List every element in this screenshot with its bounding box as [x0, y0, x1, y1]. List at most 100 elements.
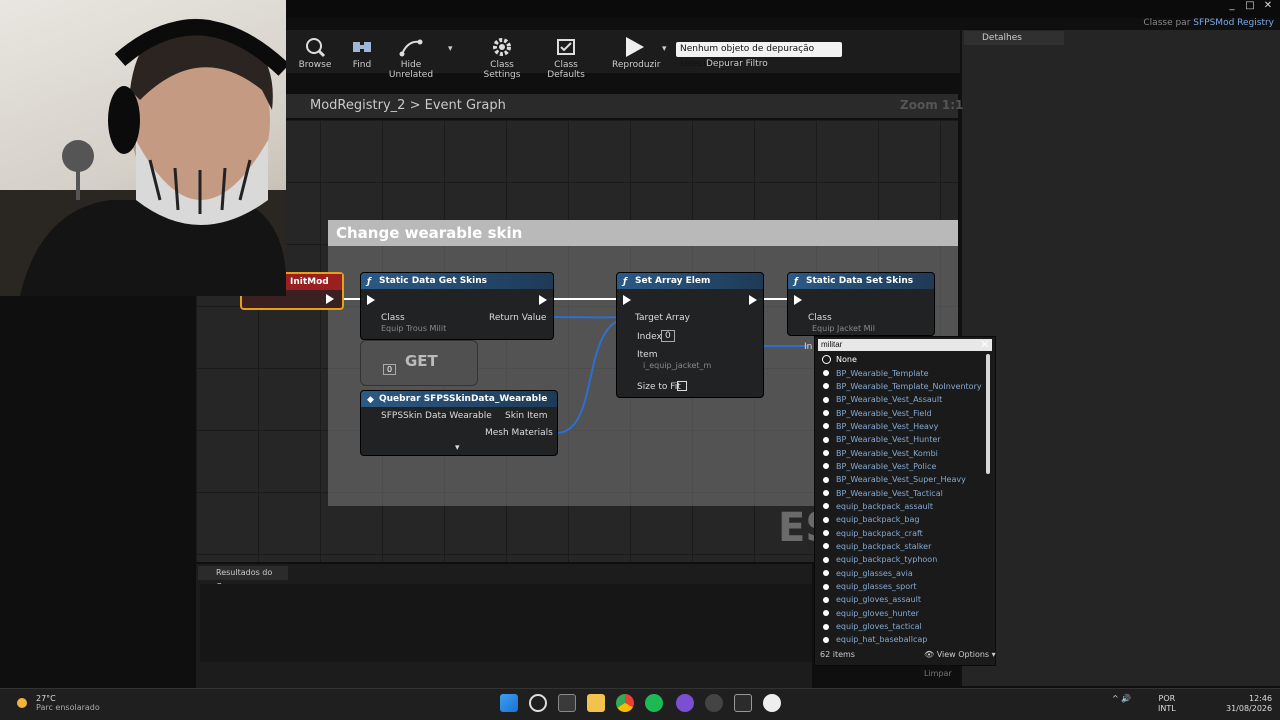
eye-icon: 👁	[924, 650, 935, 659]
target-array-label: Target Array	[635, 313, 690, 323]
asset-dot-icon	[823, 530, 829, 537]
clock[interactable]: 12:46 31/08/2026	[1226, 694, 1272, 714]
asset-dot-icon	[822, 355, 831, 365]
taskbar	[0, 688, 1280, 720]
file-explorer-icon[interactable]	[587, 694, 605, 712]
break-input-label: SFPSSkin Data Wearable	[381, 411, 492, 421]
picker-item[interactable]: equip_backpack_craft	[818, 526, 984, 539]
language-indicator[interactable]: POR INTL	[1158, 694, 1176, 714]
picker-item-label: BP_Wearable_Vest_Field	[836, 408, 932, 418]
language-layout: INTL	[1158, 704, 1176, 713]
picker-search-input[interactable]	[818, 339, 992, 351]
system-tray-icons[interactable]: ^ 🔊	[1112, 694, 1131, 703]
picker-item[interactable]: BP_Wearable_Vest_Hunter	[818, 433, 984, 446]
skin-item-label: Skin Item	[505, 411, 548, 421]
obs-icon[interactable]	[705, 694, 723, 712]
task-view-icon[interactable]	[558, 694, 576, 712]
weather-temperature: 27°C	[36, 694, 56, 703]
break-struct-node[interactable]: ◆ Quebrar SFPSSkinData_Wearable SFPSSkin …	[360, 390, 558, 456]
picker-item[interactable]: BP_Wearable_Vest_Field	[818, 406, 984, 419]
picker-item[interactable]: BP_Wearable_Template	[818, 366, 984, 379]
set-skins-class-value[interactable]: Equip Jacket Mil	[812, 324, 875, 333]
picker-item-label: equip_gloves_tactical	[836, 622, 922, 632]
picker-item[interactable]: BP_Wearable_Template_NoInventory	[818, 380, 984, 393]
asset-dot-icon	[823, 383, 829, 390]
picker-item[interactable]: BP_Wearable_Vest_Police	[818, 460, 984, 473]
break-struct-title: Quebrar SFPSSkinData_Wearable	[379, 394, 548, 404]
set-skins-class-label: Class	[808, 313, 832, 323]
index-field[interactable]: 0	[661, 330, 675, 342]
picker-item-label: equip_backpack_bag	[836, 515, 920, 525]
picker-item-label: None	[836, 355, 857, 365]
picker-item-label: BP_Wearable_Vest_Police	[836, 461, 937, 471]
picker-item[interactable]: equip_backpack_stalker	[818, 540, 984, 553]
view-options-label: View Options	[936, 650, 990, 659]
picker-item-label: equip_gloves_hunter	[836, 608, 919, 618]
picker-item[interactable]: BP_Wearable_Vest_Assault	[818, 393, 984, 406]
picker-item[interactable]: BP_Wearable_Vest_Heavy	[818, 420, 984, 433]
asset-dot-icon	[823, 490, 829, 497]
clock-time: 12:46	[1249, 694, 1273, 703]
chrome-icon[interactable]	[616, 694, 634, 712]
asset-dot-icon	[823, 450, 829, 457]
get-skins-title: Static Data Get Skins	[379, 276, 488, 286]
picker-item[interactable]: equip_glasses_sport	[818, 580, 984, 593]
weather-widget[interactable]: 27°C Parc ensolarado	[14, 694, 100, 712]
size-to-fit-checkbox[interactable]	[677, 381, 687, 391]
init-mod-exec-out[interactable]	[326, 294, 334, 304]
spotify-icon[interactable]	[645, 694, 663, 712]
clear-button[interactable]: Limpar	[924, 669, 952, 678]
close-icon[interactable]: ✕	[980, 338, 992, 352]
search-icon[interactable]	[529, 694, 547, 712]
asset-dot-icon	[823, 410, 829, 417]
picker-scrollbar[interactable]	[986, 354, 990, 474]
picker-item[interactable]: equip_glasses_avia	[818, 567, 984, 580]
asset-dot-icon	[823, 503, 829, 510]
picker-item-label: equip_hat_baseballcap	[836, 635, 928, 645]
unreal-engine-icon[interactable]	[763, 694, 781, 712]
picker-item-none[interactable]: None	[818, 353, 984, 366]
start-icon[interactable]	[500, 694, 518, 712]
expand-chevron-icon[interactable]: ▾	[455, 443, 460, 453]
picker-item[interactable]: equip_backpack_bag	[818, 513, 984, 526]
picker-item[interactable]: equip_hat_baseballcap	[818, 633, 984, 646]
get-skins-exec-in[interactable]	[367, 295, 375, 305]
asset-dot-icon	[823, 463, 829, 470]
terminal-icon[interactable]	[734, 694, 752, 712]
get-skins-class-label: Class	[381, 313, 405, 323]
picker-item[interactable]: equip_gloves_hunter	[818, 607, 984, 620]
picker-item-count: 62 items	[820, 650, 855, 659]
picker-item-label: BP_Wearable_Template_NoInventory	[836, 381, 982, 391]
compiler-results-tab[interactable]: Resultados do Cor	[198, 566, 288, 591]
picker-list: None BP_Wearable_Template BP_Wearable_Temp…	[818, 353, 984, 647]
set-array-elem-node[interactable]: ƒ Set Array Elem Target Array Index 0 Ite…	[616, 272, 764, 398]
set-skins-exec-in[interactable]	[794, 295, 802, 305]
picker-item[interactable]: equip_backpack_typhoon	[818, 553, 984, 566]
set-array-exec-in[interactable]	[623, 295, 631, 305]
picker-item-label: BP_Wearable_Template	[836, 368, 929, 378]
view-options-button[interactable]: 👁 View Options ▾	[924, 650, 996, 659]
streamer-figure	[0, 18, 286, 296]
get-skins-class-value[interactable]: Equip Trous Milit	[381, 324, 446, 333]
set-skins-node[interactable]: ƒ Static Data Set Skins Class Equip Jacke…	[787, 272, 935, 336]
picker-item[interactable]: BP_Wearable_Vest_Tactical	[818, 486, 984, 499]
get-skins-node[interactable]: ƒ Static Data Get Skins Class Equip Trous…	[360, 272, 554, 340]
picker-item[interactable]: BP_Wearable_Vest_Kombi	[818, 446, 984, 459]
asset-dot-icon	[823, 570, 829, 577]
get-skins-exec-out[interactable]	[539, 295, 547, 305]
picker-item[interactable]: equip_backpack_assault	[818, 500, 984, 513]
asset-dot-icon	[823, 396, 829, 403]
set-skins-title: Static Data Set Skins	[806, 276, 914, 286]
function-icon: ƒ	[794, 277, 798, 287]
compiler-results-body	[200, 584, 812, 662]
item-label: Item	[637, 350, 658, 360]
get-index-field[interactable]: 0	[383, 364, 397, 375]
picker-item[interactable]: BP_Wearable_Vest_Super_Heavy	[818, 473, 984, 486]
discord-icon[interactable]	[676, 694, 694, 712]
picker-item[interactable]: equip_gloves_tactical	[818, 620, 984, 633]
clock-date: 31/08/2026	[1226, 704, 1273, 713]
asset-dot-icon	[823, 370, 829, 377]
item-value[interactable]: i_equip_jacket_m	[643, 361, 711, 370]
set-array-exec-out[interactable]	[749, 295, 757, 305]
picker-item[interactable]: equip_gloves_assault	[818, 593, 984, 606]
